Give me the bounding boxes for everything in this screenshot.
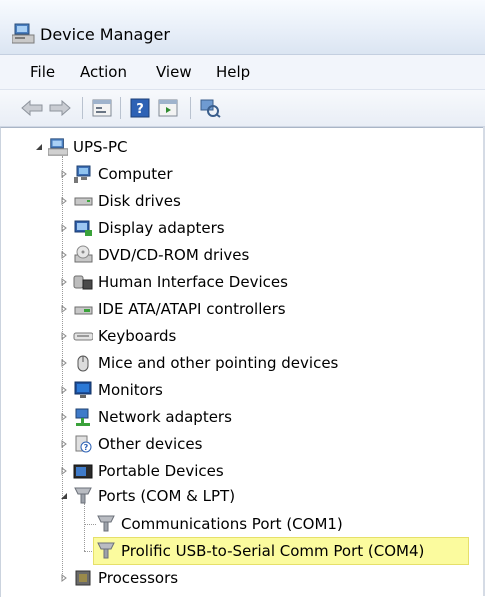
port-icon [96, 541, 116, 561]
tree-item-ports-com-lpt[interactable]: Ports (COM & LPT) [58, 484, 235, 508]
menu-help[interactable]: Help [210, 63, 256, 81]
tree-item-label: Prolific USB-to-Serial Comm Port (COM4) [121, 542, 425, 560]
toolbar-separator [120, 97, 121, 119]
tree-item-label: Computer [98, 165, 173, 183]
tree-line [84, 503, 85, 551]
port-icon [96, 514, 116, 534]
svg-text:?: ? [136, 102, 144, 117]
update-driver-icon[interactable] [156, 96, 180, 120]
tree-item-human-interface-devices[interactable]: Human Interface Devices [58, 270, 288, 294]
tree-item-monitors[interactable]: Monitors [58, 378, 163, 402]
properties-icon[interactable] [90, 96, 114, 120]
dvd-icon [73, 245, 93, 265]
tree-item-com4[interactable]: Prolific USB-to-Serial Comm Port (COM4) [96, 539, 424, 563]
computer-root-icon [48, 137, 68, 157]
port-icon [73, 486, 93, 506]
tree-item-processors[interactable]: Processors [58, 566, 178, 590]
tree-line [84, 524, 96, 525]
menu-bar: File Action View Help [0, 55, 485, 90]
expand-arrow-icon[interactable] [58, 357, 70, 369]
tree-item-label: Human Interface Devices [98, 273, 288, 291]
expand-arrow-icon[interactable] [58, 330, 70, 342]
root-label: UPS-PC [73, 138, 128, 156]
expand-arrow-icon[interactable] [58, 276, 70, 288]
tree-item-label: Processors [98, 569, 179, 587]
expand-arrow-icon[interactable] [58, 168, 70, 180]
tree-item-label: Ports (COM & LPT) [98, 487, 236, 505]
tree-item-mice-and-other-pointing-devices[interactable]: Mice and other pointing devices [58, 351, 338, 375]
tree-item-label: IDE ATA/ATAPI controllers [98, 300, 286, 318]
expand-arrow-icon[interactable] [58, 222, 70, 234]
menu-file[interactable]: File [24, 63, 61, 81]
title-bar: Device Manager [0, 0, 485, 55]
processor-icon [73, 568, 93, 588]
unknown-device-icon: ? [73, 434, 93, 454]
network-adapter-icon [73, 407, 93, 427]
toolbar-separator [82, 97, 83, 119]
svg-text:?: ? [84, 443, 89, 452]
device-manager-window: Device Manager File Action View Help ? U… [0, 0, 485, 597]
expand-arrow-icon[interactable] [58, 384, 70, 396]
ide-controller-icon [73, 299, 93, 319]
tree-root[interactable]: UPS-PC [33, 135, 128, 159]
keyboard-icon [73, 326, 93, 346]
expand-arrow-icon[interactable] [58, 411, 70, 423]
mouse-icon [73, 353, 93, 373]
tree-item-label: Portable Devices [98, 462, 224, 480]
display-adapter-icon [73, 218, 93, 238]
tree-item-label: Monitors [98, 381, 163, 399]
hid-icon [73, 272, 93, 292]
tree-item-label: Communications Port (COM1) [121, 515, 343, 533]
tree-item-keyboards[interactable]: Keyboards [58, 324, 176, 348]
expand-arrow-icon[interactable] [58, 572, 70, 584]
expand-arrow-icon[interactable] [58, 438, 70, 450]
tree-item-label: Network adapters [98, 408, 232, 426]
scan-hardware-icon[interactable] [198, 96, 222, 120]
toolbar: ? [0, 90, 485, 127]
forward-icon[interactable] [48, 96, 72, 120]
collapse-arrow-icon[interactable] [33, 141, 45, 153]
device-manager-icon [11, 22, 36, 44]
expand-arrow-icon[interactable] [58, 195, 70, 207]
back-icon[interactable] [20, 96, 44, 120]
tree-item-label: Mice and other pointing devices [98, 354, 339, 372]
computer-icon [73, 164, 93, 184]
tree-item-ide-ata-atapi-controllers[interactable]: IDE ATA/ATAPI controllers [58, 297, 286, 321]
toolbar-separator [190, 97, 191, 119]
tree-item-display-adapters[interactable]: Display adapters [58, 216, 225, 240]
tree-item-label: Display adapters [98, 219, 225, 237]
tree-item-label: DVD/CD-ROM drives [98, 246, 250, 264]
tree-item-portable-devices[interactable]: Portable Devices [58, 459, 224, 483]
portable-device-icon [73, 461, 93, 481]
menu-view[interactable]: View [150, 63, 198, 81]
tree-item-disk-drives[interactable]: Disk drives [58, 189, 181, 213]
tree-item-label: Disk drives [98, 192, 181, 210]
tree-item-label: Other devices [98, 435, 203, 453]
tree-item-label: Keyboards [98, 327, 177, 345]
menu-action[interactable]: Action [74, 63, 133, 81]
tree-item-network-adapters[interactable]: Network adapters [58, 405, 232, 429]
help-icon[interactable]: ? [128, 96, 152, 120]
expand-arrow-icon[interactable] [58, 303, 70, 315]
expand-arrow-icon[interactable] [58, 465, 70, 477]
monitor-icon [73, 380, 93, 400]
disk-drive-icon [73, 191, 93, 211]
tree-item-other-devices[interactable]: ? Other devices [58, 432, 202, 456]
tree-item-computer[interactable]: Computer [58, 162, 173, 186]
window-title: Device Manager [40, 25, 170, 44]
collapse-arrow-icon[interactable] [58, 490, 70, 502]
tree-item-com1[interactable]: Communications Port (COM1) [96, 512, 343, 536]
tree-item-dvd-cd-rom-drives[interactable]: DVD/CD-ROM drives [58, 243, 249, 267]
expand-arrow-icon[interactable] [58, 249, 70, 261]
